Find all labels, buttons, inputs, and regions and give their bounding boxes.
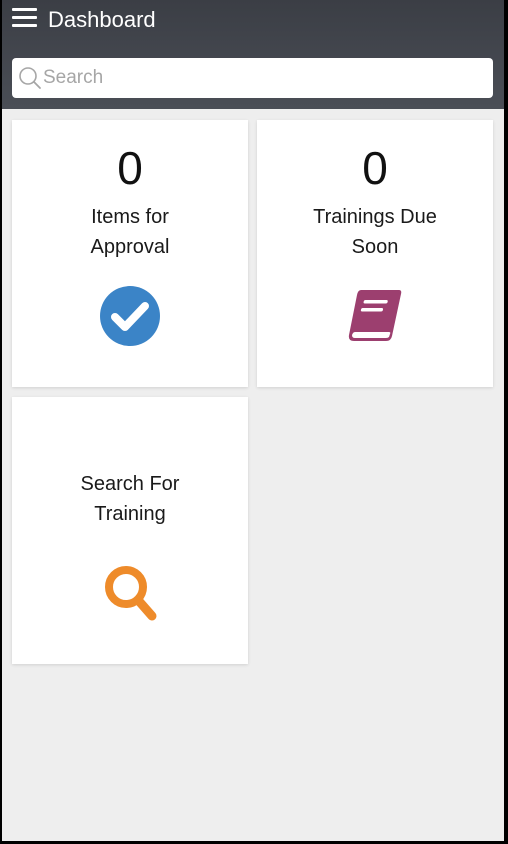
tile-label-line2: Approval bbox=[90, 236, 170, 258]
tile-label-line1: Search For bbox=[80, 473, 180, 495]
trainings-due-soon-tile[interactable]: 0 Trainings Due Soon bbox=[257, 120, 493, 387]
search-for-training-tile[interactable]: Search For Training bbox=[12, 397, 248, 664]
tile-label-line1: Items for bbox=[91, 206, 169, 228]
app-frame: Dashboard 0 Items for Approval 0 Trainin… bbox=[2, 0, 504, 841]
book-icon bbox=[348, 290, 402, 341]
approval-count: 0 bbox=[117, 142, 143, 194]
items-for-approval-tile[interactable]: 0 Items for Approval bbox=[12, 120, 248, 387]
app-header: Dashboard bbox=[2, 0, 504, 109]
hamburger-menu-icon[interactable] bbox=[12, 7, 37, 29]
page-title: Dashboard bbox=[48, 7, 156, 32]
tile-label-line2: Training bbox=[94, 503, 166, 525]
magnifier-icon bbox=[105, 566, 157, 621]
tile-label-line2: Soon bbox=[351, 236, 399, 258]
tile-label-line1: Trainings Due bbox=[313, 206, 437, 228]
trainings-due-count: 0 bbox=[362, 142, 388, 194]
search-icon bbox=[19, 67, 41, 89]
search-input[interactable] bbox=[43, 58, 483, 98]
search-bar[interactable] bbox=[12, 58, 493, 98]
check-circle-icon bbox=[100, 286, 160, 346]
